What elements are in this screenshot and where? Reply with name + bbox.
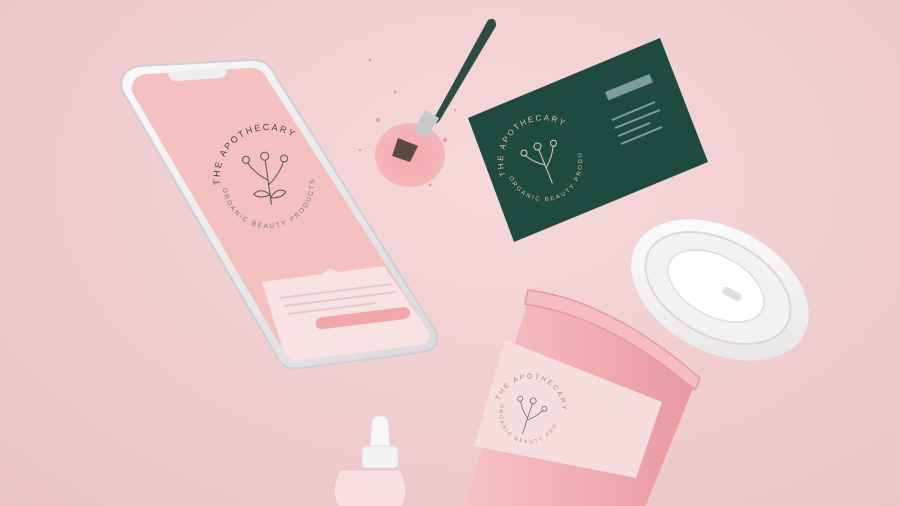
blush-powder-splash [358,58,457,187]
mockup-illustration: THE APOTHECARY ORGANIC BEAUTY PRODUCTS T… [0,0,809,506]
mockup-scene: THE APOTHECARY ORGANIC BEAUTY PRODUCTS T… [0,0,900,506]
smartphone-mockup: THE APOTHECARY ORGANIC BEAUTY PRODUCTS [120,58,438,370]
dropper-bottle [333,415,407,506]
